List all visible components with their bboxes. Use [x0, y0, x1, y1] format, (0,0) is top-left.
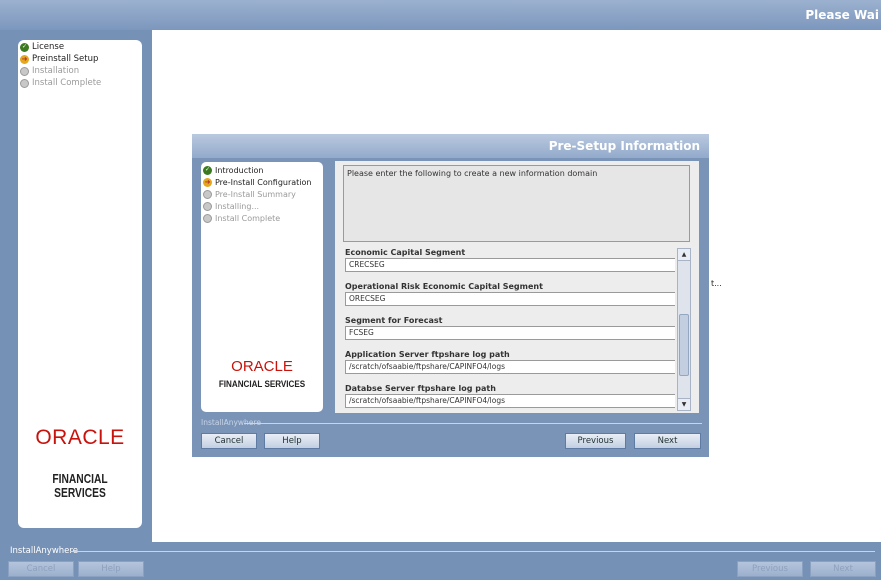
- form-scroll-area: Economic Capital Segment CRECSEG Operati…: [341, 246, 675, 410]
- help-button[interactable]: Help: [78, 561, 144, 577]
- form-scrollbar[interactable]: ▲ ▼: [677, 248, 691, 411]
- outer-step-license: ✓ License: [20, 41, 101, 53]
- previous-button[interactable]: Previous: [737, 561, 803, 577]
- outer-step-preinstall-setup: ➜ Preinstall Setup: [20, 53, 101, 65]
- background-status-text: t...: [711, 279, 722, 288]
- pending-circle-icon: [203, 201, 212, 211]
- dialog-steps-panel: ✓ Introduction ➜ Pre-Install Configurati…: [201, 162, 323, 412]
- dialog-step-introduction: ✓ Introduction: [203, 164, 311, 176]
- pending-circle-icon: [203, 213, 212, 223]
- oracle-logo: ORACLE: [35, 426, 125, 449]
- scroll-down-icon[interactable]: ▼: [678, 398, 690, 410]
- next-button[interactable]: Next: [810, 561, 876, 577]
- dialog-footer-divider: [244, 423, 702, 424]
- check-icon: ✓: [20, 42, 29, 52]
- step-label: Install Complete: [32, 78, 102, 88]
- segment-for-forecast-input[interactable]: FCSEG: [345, 326, 675, 340]
- outer-step-installation: Installation: [20, 65, 101, 77]
- dialog-content: Please enter the following to create a n…: [335, 161, 699, 413]
- scroll-up-icon[interactable]: ▲: [678, 249, 690, 261]
- dialog-next-button[interactable]: Next: [634, 433, 701, 449]
- window-titlebar: Please Wai: [0, 0, 881, 30]
- arrow-right-icon: ➜: [203, 177, 212, 187]
- field-label-segment-for-forecast: Segment for Forecast: [345, 316, 443, 325]
- dialog-titlebar: Pre-Setup Information: [192, 134, 709, 158]
- step-label: Preinstall Setup: [32, 54, 99, 64]
- outer-step-install-complete: Install Complete: [20, 77, 101, 89]
- pending-circle-icon: [20, 78, 29, 88]
- arrow-right-icon: ➜: [20, 54, 29, 64]
- footer-divider: [70, 551, 875, 552]
- step-label: Pre-Install Configuration: [215, 177, 312, 187]
- dialog-step-install-complete: Install Complete: [203, 212, 311, 224]
- app-server-log-path-input[interactable]: /scratch/ofsaabie/ftpshare/CAPINFO4/logs: [345, 360, 675, 374]
- outer-footer: InstallAnywhere Cancel Help Previous Nex…: [0, 542, 881, 580]
- pending-circle-icon: [20, 66, 29, 76]
- step-label: Install Complete: [215, 213, 281, 223]
- dialog-help-button[interactable]: Help: [264, 433, 320, 449]
- window-title: Please Wai: [805, 8, 879, 22]
- step-label: License: [32, 42, 65, 52]
- dialog-step-pre-install-summary: Pre-Install Summary: [203, 188, 311, 200]
- dialog-cancel-button[interactable]: Cancel: [201, 433, 257, 449]
- field-label-economic-capital-segment: Economic Capital Segment: [345, 248, 466, 257]
- dialog-description: Please enter the following to create a n…: [343, 165, 690, 242]
- cancel-button[interactable]: Cancel: [8, 561, 74, 577]
- scrollbar-thumb[interactable]: [679, 314, 689, 376]
- db-server-log-path-input[interactable]: /scratch/ofsaabie/ftpshare/CAPINFO4/logs: [345, 394, 675, 408]
- outer-step-list: ✓ License ➜ Preinstall Setup Installatio…: [20, 41, 101, 89]
- dialog-title: Pre-Setup Information: [548, 139, 700, 153]
- financial-services-logo-text: FINANCIAL SERVICES: [52, 472, 108, 500]
- field-label-db-server-log-path: Databse Server ftpshare log path: [345, 384, 496, 393]
- financial-services-logo-text: FINANCIAL SERVICES: [218, 379, 306, 390]
- dialog-previous-button[interactable]: Previous: [565, 433, 626, 449]
- dialog-step-list: ✓ Introduction ➜ Pre-Install Configurati…: [203, 164, 311, 224]
- step-label: Installation: [32, 66, 80, 76]
- step-label: Installing...: [215, 201, 260, 211]
- operational-risk-segment-input[interactable]: ORECSEG: [345, 292, 675, 306]
- pre-setup-dialog: Pre-Setup Information ✓ Introduction ➜ P…: [192, 134, 709, 457]
- outer-steps-panel: ✓ License ➜ Preinstall Setup Installatio…: [18, 40, 142, 528]
- field-label-operational-risk-segment: Operational Risk Economic Capital Segmen…: [345, 282, 543, 291]
- step-label: Pre-Install Summary: [215, 189, 296, 199]
- field-label-app-server-log-path: Application Server ftpshare log path: [345, 350, 510, 359]
- installanywhere-label: InstallAnywhere: [10, 546, 78, 556]
- check-icon: ✓: [203, 165, 212, 175]
- oracle-logo: ORACLE: [231, 358, 293, 375]
- economic-capital-segment-input[interactable]: CRECSEG: [345, 258, 675, 272]
- dialog-step-installing: Installing...: [203, 200, 311, 212]
- step-label: Introduction: [215, 165, 264, 175]
- pending-circle-icon: [203, 189, 212, 199]
- dialog-step-pre-install-configuration: ➜ Pre-Install Configuration: [203, 176, 311, 188]
